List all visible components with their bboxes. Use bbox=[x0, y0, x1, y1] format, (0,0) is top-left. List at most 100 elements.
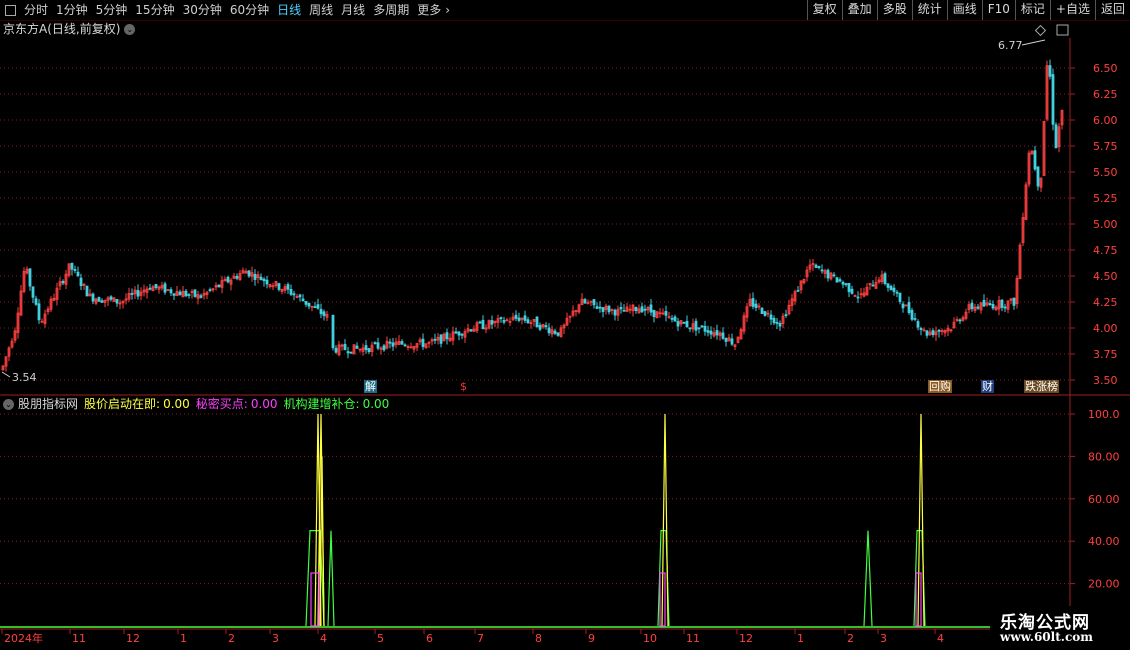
high-price-arrow bbox=[1021, 39, 1046, 46]
candle-down bbox=[715, 330, 719, 336]
dividend-badge[interactable]: $ bbox=[459, 380, 468, 393]
y-tick-label: 5.25 bbox=[1093, 192, 1118, 205]
x-tick-label: 3 bbox=[272, 632, 279, 645]
candle-down bbox=[841, 281, 845, 285]
candle-down bbox=[457, 331, 461, 336]
x-tick-label: 11 bbox=[686, 632, 700, 645]
candle-down bbox=[826, 269, 830, 279]
x-tick-label: 11 bbox=[72, 632, 86, 645]
candle-down bbox=[172, 293, 176, 296]
candle-down bbox=[553, 330, 557, 334]
y-tick-label: 4.75 bbox=[1093, 244, 1118, 257]
candle-down bbox=[292, 293, 296, 296]
candle-down bbox=[403, 344, 407, 347]
indicator-line3-value: 0.00 bbox=[362, 397, 390, 411]
y-tick-label: 4.50 bbox=[1093, 270, 1118, 283]
candle-down bbox=[778, 322, 782, 327]
y-tick-label: 5.50 bbox=[1093, 166, 1118, 179]
chevron-down-icon[interactable]: ⌄ bbox=[3, 398, 14, 410]
x-tick-label: 1 bbox=[180, 632, 187, 645]
candle-down bbox=[913, 318, 917, 320]
candle-down bbox=[478, 321, 482, 324]
candle-down bbox=[28, 268, 32, 287]
candle-down bbox=[670, 317, 674, 320]
x-tick-label: 7 bbox=[477, 632, 484, 645]
stock-name[interactable]: 京东方A bbox=[3, 21, 47, 37]
candle-down bbox=[184, 290, 188, 297]
indicator-name[interactable]: 股朋指标网 bbox=[18, 396, 78, 412]
candle-down bbox=[445, 332, 449, 340]
candle-down bbox=[976, 306, 980, 309]
candle-down bbox=[331, 314, 335, 349]
candle-down bbox=[649, 304, 653, 313]
ranking-list-badge[interactable]: 跌涨榜 bbox=[1024, 380, 1059, 393]
kline-chart-canvas[interactable]: 6.50 6.25 6.00 5.75 5.50 5.25 5.00 4.75 4.50 4.25… bbox=[0, 0, 1130, 650]
candle-down bbox=[400, 341, 404, 345]
candle-down bbox=[343, 343, 347, 351]
candle-down bbox=[769, 314, 773, 320]
candle-down bbox=[784, 314, 788, 316]
candle-down bbox=[889, 285, 893, 291]
candle-down bbox=[583, 299, 587, 304]
indicator-y-tick-label: 80.00 bbox=[1088, 450, 1120, 463]
candle-down bbox=[499, 317, 503, 320]
candle-down bbox=[517, 317, 521, 321]
candle-down bbox=[265, 279, 269, 285]
candle-down bbox=[694, 320, 698, 331]
financial-report-badge[interactable]: 财 bbox=[981, 380, 994, 393]
candle-down bbox=[754, 303, 758, 308]
x-tick-label: 2 bbox=[228, 632, 235, 645]
candle-down bbox=[109, 296, 113, 300]
candle-down bbox=[721, 332, 725, 339]
candle-down bbox=[970, 302, 974, 310]
candle-down bbox=[763, 311, 767, 316]
candle-down bbox=[619, 306, 623, 310]
panel-toggle-icon bbox=[1056, 24, 1069, 36]
indicator-spike bbox=[863, 530, 873, 627]
candle-down bbox=[130, 293, 134, 295]
candle-down bbox=[70, 262, 74, 270]
y-tick-label: 5.00 bbox=[1093, 218, 1118, 231]
period-label: (日线,前复权) bbox=[47, 22, 121, 36]
x-tick-label: 1 bbox=[797, 632, 804, 645]
candle-down bbox=[556, 332, 560, 336]
y-tick-label: 3.50 bbox=[1093, 374, 1118, 387]
candle-down bbox=[439, 334, 443, 344]
candle-down bbox=[31, 286, 35, 298]
candle-down bbox=[595, 306, 599, 309]
buyback-badge[interactable]: 回购 bbox=[928, 380, 952, 393]
x-tick-label: 8 bbox=[535, 632, 542, 645]
candle-down bbox=[547, 327, 551, 334]
chevron-down-icon[interactable]: ⌄ bbox=[124, 23, 136, 35]
candle-down bbox=[730, 338, 734, 345]
candle-down bbox=[199, 295, 203, 298]
candle-down bbox=[724, 338, 728, 342]
candle-down bbox=[514, 314, 518, 319]
candle-down bbox=[856, 296, 860, 299]
candle-down bbox=[925, 330, 929, 336]
candle-down bbox=[1036, 166, 1040, 187]
indicator-y-tick-label: 20.00 bbox=[1088, 578, 1120, 591]
candle-down bbox=[526, 319, 530, 324]
candle-down bbox=[178, 291, 182, 296]
watermark-url: www.60lt.com bbox=[1000, 630, 1093, 644]
indicator-green-spike bbox=[327, 530, 335, 627]
candle-down bbox=[1048, 65, 1052, 77]
candle-down bbox=[682, 321, 686, 324]
candle-down bbox=[376, 342, 380, 349]
candle-down bbox=[883, 273, 887, 285]
candle-down bbox=[775, 321, 779, 324]
candle-down bbox=[217, 284, 221, 288]
candle-down bbox=[313, 306, 317, 309]
candle-down bbox=[931, 330, 935, 335]
unlock-badge[interactable]: 解 bbox=[364, 380, 377, 393]
candle-down bbox=[901, 303, 905, 309]
y-tick-label: 6.50 bbox=[1093, 62, 1118, 75]
candle-down bbox=[148, 287, 152, 290]
candle-down bbox=[277, 283, 281, 290]
candle-down bbox=[391, 342, 395, 347]
candle-down bbox=[832, 274, 836, 277]
candle-down bbox=[421, 338, 425, 347]
candle-down bbox=[382, 345, 386, 351]
candle-down bbox=[226, 276, 230, 283]
